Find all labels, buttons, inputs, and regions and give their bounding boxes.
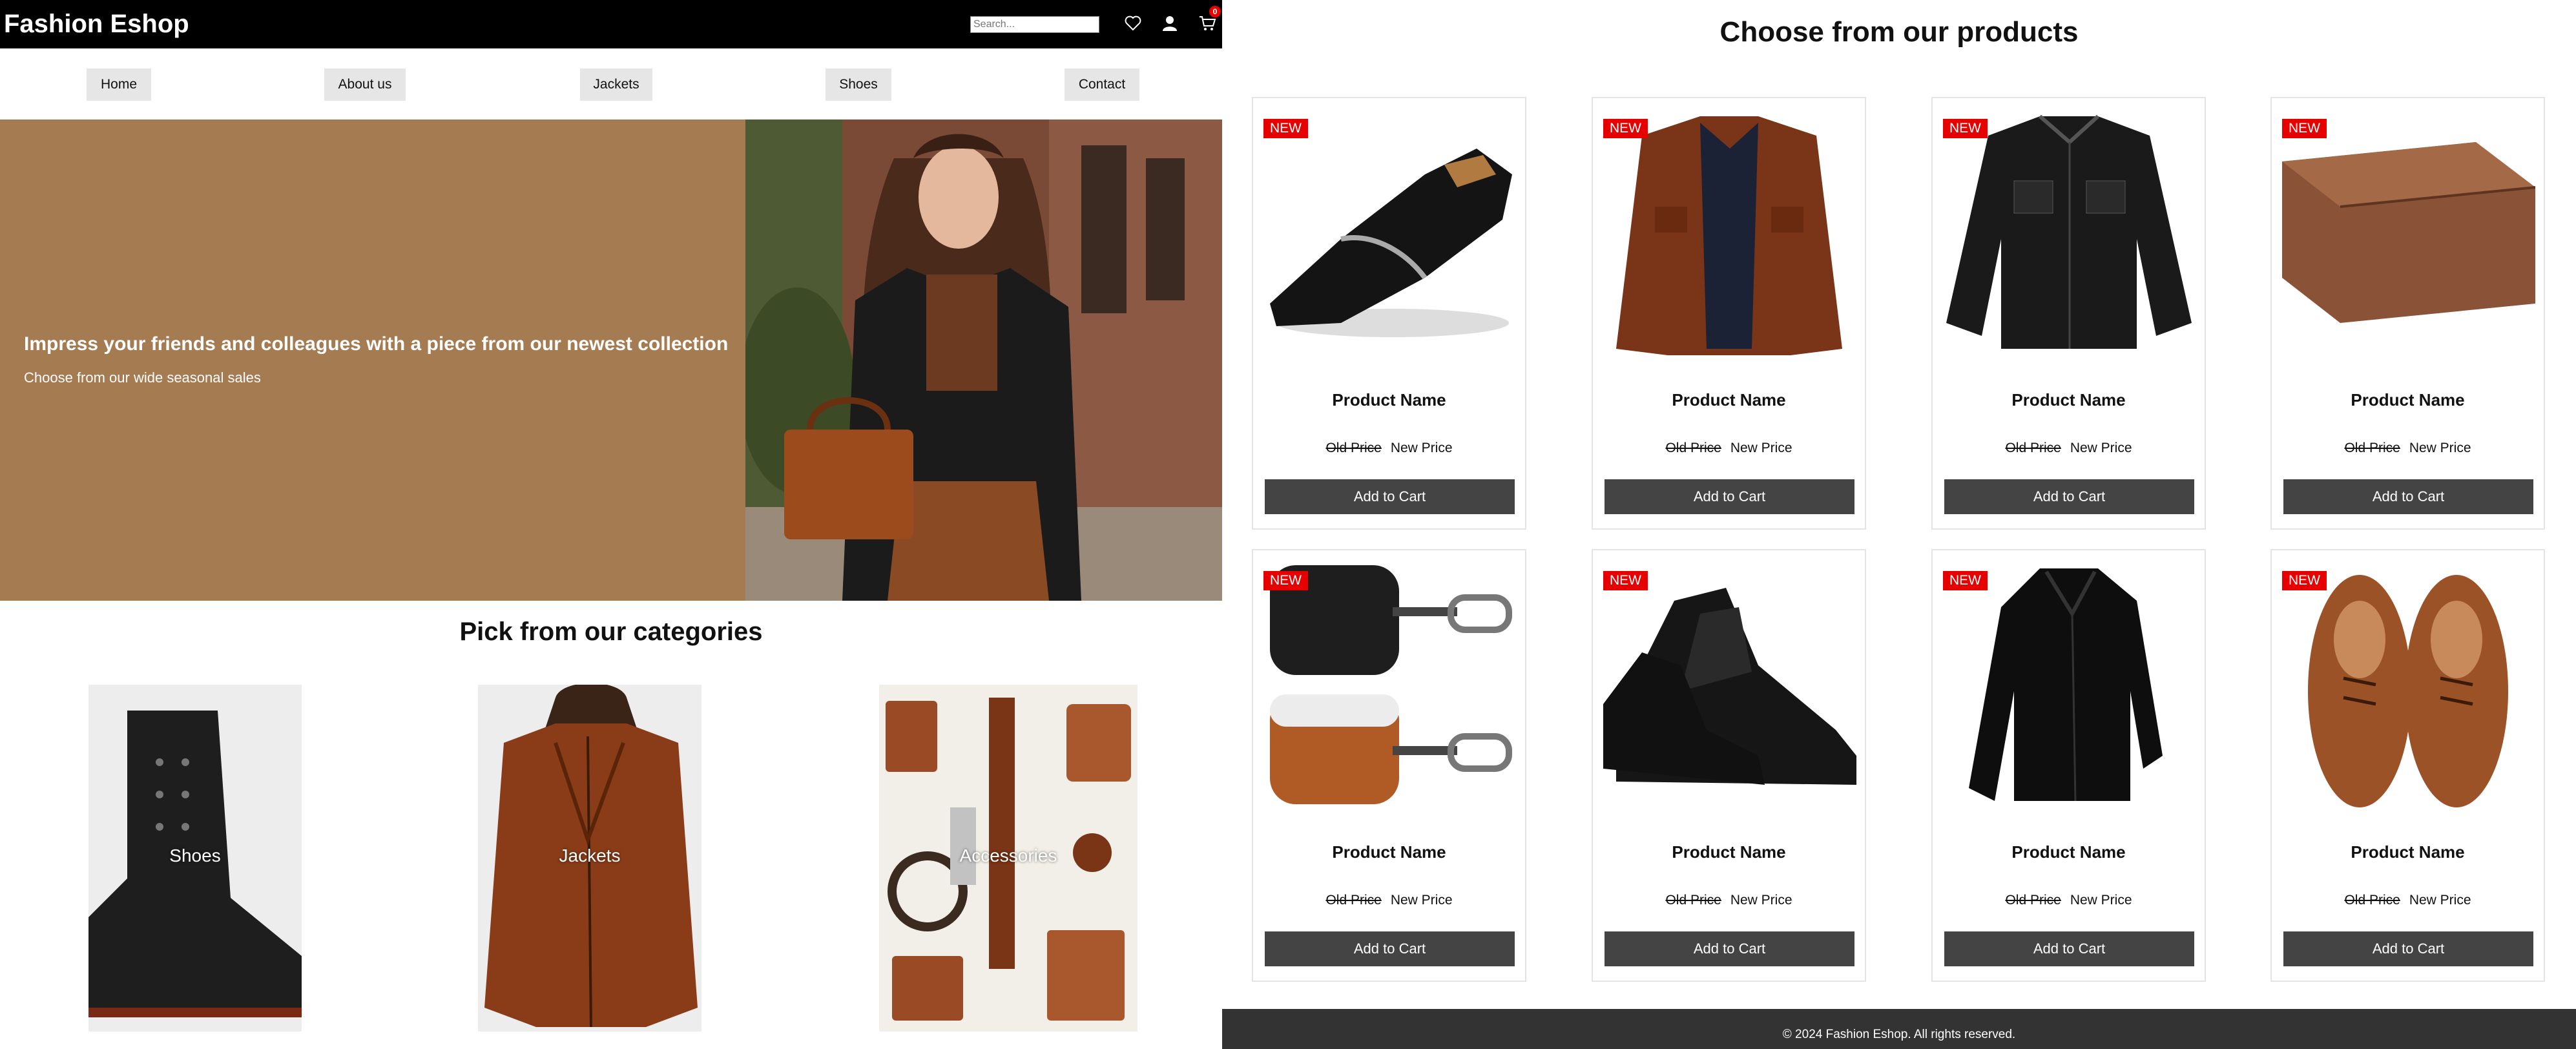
search-input[interactable] [970,16,1099,33]
product-card: NEW Product Name Old Price New Price Add … [1931,97,2206,530]
new-price: New Price [2409,441,2471,455]
nav-jackets[interactable]: Jackets [580,68,652,101]
nav-about-us[interactable]: About us [324,68,406,101]
brand-logo[interactable]: Fashion Eshop [4,8,189,40]
product-card: NEW Product Name Old Price New Price Add … [2270,97,2545,530]
product-name: Product Name [2351,390,2465,410]
product-card: NEW Product Name Old Price New Price Add … [1252,549,1526,982]
hero-banner: Impress your friends and colleagues with… [0,119,1222,601]
product-name: Product Name [2351,842,2465,862]
new-price: New Price [1730,893,1792,908]
product-price: Old Price New Price [2272,439,2544,458]
category-label-shoes: Shoes [169,846,221,866]
product-price: Old Price New Price [1593,439,1865,458]
nav-shoes[interactable]: Shoes [826,68,891,101]
new-price: New Price [1390,893,1453,908]
site-footer: © 2024 Fashion Eshop. All rights reserve… [1222,1009,2576,1049]
category-jackets[interactable]: Jackets [478,685,701,1032]
categories-heading: Pick from our categories [459,618,763,646]
old-price: Old Price [1665,441,1721,455]
product-card: NEW Product Name Old Price New Price Add … [1252,97,1526,530]
product-price: Old Price New Price [1253,439,1525,458]
products-page: Choose from our products NEW Product Nam… [1222,0,2576,1049]
nav-home[interactable]: Home [87,68,151,101]
old-price: Old Price [1665,893,1721,908]
top-bar: Fashion Eshop 0 [0,0,1222,48]
hero-title: Impress your friends and colleagues with… [24,333,729,355]
old-price: Old Price [1325,441,1382,455]
product-name: Product Name [1672,390,1786,410]
product-price: Old Price New Price [1253,891,1525,910]
user-icon [1163,16,1177,31]
new-badge: NEW [1263,119,1308,138]
product-name: Product Name [2011,390,2126,410]
home-page: Fashion Eshop 0 Home About us Jackets Sh [0,0,1222,1049]
product-card: NEW Product Name Old Price New Price Add … [1592,549,1866,982]
new-price: New Price [2070,893,2132,908]
product-image[interactable] [1603,110,1856,355]
old-price: Old Price [2005,893,2061,908]
product-name: Product Name [2011,842,2126,862]
add-to-cart-button[interactable]: Add to Cart [1605,479,1854,514]
cart-button[interactable]: 0 [1196,6,1221,34]
add-to-cart-button[interactable]: Add to Cart [1944,479,2194,514]
hero-model-image [745,119,1222,601]
add-to-cart-button[interactable]: Add to Cart [1265,931,1515,966]
main-nav: Home About us Jackets Shoes Contact [0,48,1222,119]
add-to-cart-button[interactable]: Add to Cart [2283,931,2533,966]
new-badge: NEW [1603,571,1648,590]
old-price: Old Price [2005,441,2061,455]
new-price: New Price [1730,441,1792,455]
old-price: Old Price [1325,893,1382,908]
hero-subtitle: Choose from our wide seasonal sales [24,369,261,386]
category-label-jackets: Jackets [559,846,621,866]
product-name: Product Name [1672,842,1786,862]
product-price: Old Price New Price [1593,891,1865,910]
product-name: Product Name [1332,842,1446,862]
product-name: Product Name [1332,390,1446,410]
new-price: New Price [2409,893,2471,908]
wishlist-button[interactable] [1122,12,1144,34]
nav-contact[interactable]: Contact [1065,68,1139,101]
add-to-cart-button[interactable]: Add to Cart [2283,479,2533,514]
footer-copyright: © 2024 Fashion Eshop. All rights reserve… [1782,1028,2016,1041]
product-image[interactable] [1263,562,1517,807]
heart-icon [1125,16,1141,31]
category-accessories[interactable]: Accessories [879,685,1137,1032]
new-badge: NEW [1943,571,1988,590]
product-image[interactable] [2282,110,2535,355]
old-price: Old Price [2344,441,2400,455]
add-to-cart-button[interactable]: Add to Cart [1944,931,2194,966]
product-card: NEW Product Name Old Price New Price Add … [1592,97,1866,530]
new-price: New Price [2070,441,2132,455]
product-image[interactable] [1603,562,1856,807]
products-heading: Choose from our products [1719,16,2079,48]
product-image[interactable] [2282,562,2535,807]
product-price: Old Price New Price [1933,891,2205,910]
new-badge: NEW [1603,119,1648,138]
product-card: NEW Product Name Old Price New Price Add … [2270,549,2545,982]
add-to-cart-button[interactable]: Add to Cart [1265,479,1515,514]
new-badge: NEW [1943,119,1988,138]
product-image[interactable] [1943,562,2196,807]
old-price: Old Price [2344,893,2400,908]
new-price: New Price [1390,441,1453,455]
category-shoes[interactable]: Shoes [88,685,302,1032]
new-badge: NEW [1263,571,1308,590]
product-price: Old Price New Price [2272,891,2544,910]
product-price: Old Price New Price [1933,439,2205,458]
new-badge: NEW [2282,571,2327,590]
new-badge: NEW [2282,119,2327,138]
hero-text-panel: Impress your friends and colleagues with… [0,119,745,601]
category-label-accessories: Accessories [959,846,1057,866]
product-card: NEW Product Name Old Price New Price Add … [1931,549,2206,982]
account-button[interactable] [1159,12,1181,34]
product-image[interactable] [1943,110,2196,355]
add-to-cart-button[interactable]: Add to Cart [1605,931,1854,966]
cart-count-badge: 0 [1209,6,1221,17]
product-image[interactable] [1263,110,1517,355]
